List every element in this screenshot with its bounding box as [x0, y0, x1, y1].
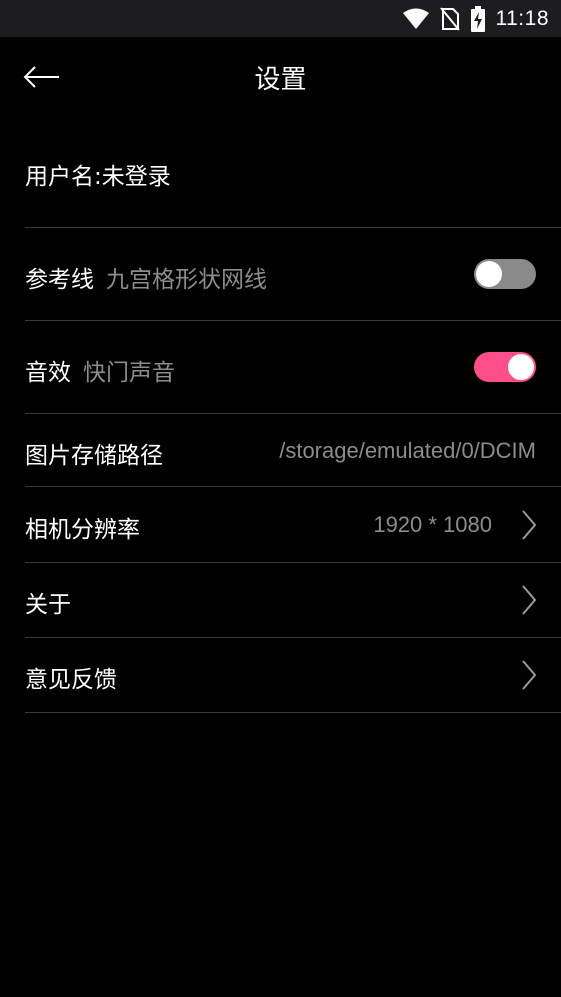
grid-lines-row: 参考线 九宫格形状网线: [25, 228, 561, 321]
page-title: 设置: [254, 65, 307, 95]
grid-lines-toggle[interactable]: [474, 259, 536, 289]
chevron-right-icon: [519, 584, 539, 616]
shutter-sound-label: 音效: [25, 360, 71, 386]
toggle-knob: [508, 354, 534, 380]
grid-lines-label-group: 参考线 九宫格形状网线: [25, 260, 267, 294]
grid-lines-sub: 九宫格形状网线: [106, 267, 267, 293]
resolution-label: 相机分辨率: [25, 517, 140, 543]
resolution-value: 1920 * 1080: [373, 512, 492, 537]
wifi-icon: [402, 8, 430, 30]
status-clock: 11:18: [495, 6, 549, 30]
username-label: 用户名:未登录: [25, 164, 171, 190]
about-row[interactable]: 关于: [25, 563, 561, 638]
status-bar: 11:18: [0, 0, 561, 37]
toggle-knob: [476, 261, 502, 287]
resolution-row[interactable]: 相机分辨率 1920 * 1080: [25, 487, 561, 563]
chevron-right-icon: [519, 659, 539, 691]
username-row[interactable]: 用户名:未登录: [25, 117, 561, 228]
shutter-sound-toggle[interactable]: [474, 352, 536, 382]
chevron-right-icon: [519, 509, 539, 541]
storage-path-row[interactable]: 图片存储路径 /storage/emulated/0/DCIM: [25, 414, 561, 487]
no-sim-icon: [439, 6, 460, 31]
settings-screen: 11:18 设置 用户名:未登录 参考线 九宫格形状网线 音效 快门声音 图片存…: [0, 0, 561, 997]
grid-lines-label: 参考线: [25, 267, 94, 293]
about-label: 关于: [25, 592, 71, 618]
feedback-label: 意见反馈: [25, 667, 117, 693]
title-bar: 设置: [0, 37, 561, 117]
shutter-sound-row: 音效 快门声音: [25, 321, 561, 414]
shutter-sound-sub: 快门声音: [83, 360, 175, 386]
battery-charging-icon: [470, 5, 486, 32]
storage-path-label: 图片存储路径: [25, 443, 163, 469]
shutter-sound-label-group: 音效 快门声音: [25, 353, 175, 387]
storage-path-value: /storage/emulated/0/DCIM: [279, 438, 536, 463]
feedback-row[interactable]: 意见反馈: [25, 638, 561, 713]
